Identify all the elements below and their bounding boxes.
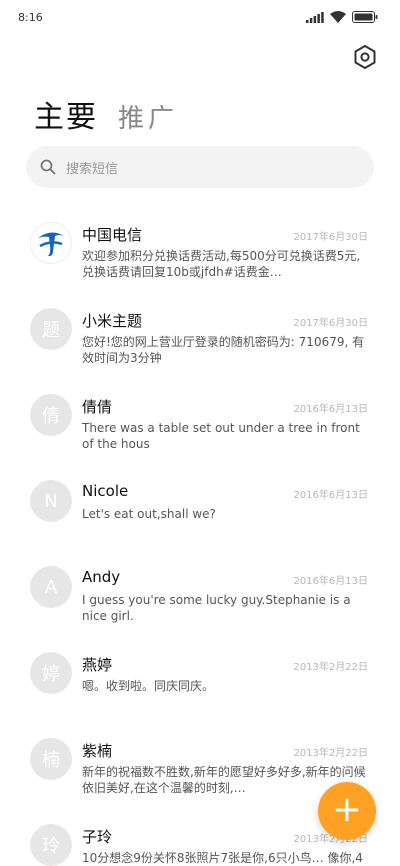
sender-name: 小米主题 xyxy=(82,312,143,330)
avatar: 玲 xyxy=(30,824,72,866)
message-date: 2016年6月13日 xyxy=(293,576,368,587)
search-icon xyxy=(40,159,56,175)
search-bar[interactable]: 搜索短信 xyxy=(26,146,374,188)
tab-promo[interactable]: 推广 xyxy=(118,98,178,135)
status-time: 8:16 xyxy=(18,11,43,24)
message-list: 中国电信 2017年6月30日 欢迎参加积分兑换话费活动,每500分可兑换话费5… xyxy=(0,216,400,866)
message-row[interactable]: 题 小米主题 2017年6月30日 您好!您的网上营业厅登录的随机密码为: 71… xyxy=(0,302,400,388)
sender-name: Andy xyxy=(82,568,121,586)
sender-name: Nicole xyxy=(82,482,129,500)
message-date: 2013年2月22日 xyxy=(293,748,368,759)
message-preview: 您好!您的网上营业厅登录的随机密码为: 710679, 有效时间为3分钟 xyxy=(82,335,365,365)
new-message-button[interactable]: + xyxy=(318,782,376,840)
plus-icon: + xyxy=(331,788,363,830)
settings-button[interactable] xyxy=(352,44,378,70)
message-row[interactable]: 倩 倩倩 2016年6月13日 There was a table set ou… xyxy=(0,388,400,474)
message-row[interactable]: 婷 燕婷 2013年2月22日 嗯。收到啦。同庆同庆。 xyxy=(0,646,400,732)
avatar: 楠 xyxy=(30,738,72,780)
message-preview: 嗯。收到啦。同庆同庆。 xyxy=(82,679,215,693)
message-date: 2016年6月13日 xyxy=(293,404,368,415)
message-row[interactable]: 中国电信 2017年6月30日 欢迎参加积分兑换话费活动,每500分可兑换话费5… xyxy=(0,216,400,302)
sender-name: 燕婷 xyxy=(82,656,113,674)
message-preview: 10分想念9份关怀8张照片7张是你,6只小鸟… 像你,4根骨头3根归你,2下着地… xyxy=(82,851,363,865)
message-row[interactable]: N Nicole 2016年6月13日 Let's eat out,shall … xyxy=(0,474,400,560)
wifi-icon xyxy=(330,11,346,23)
tab-main[interactable]: 主要 xyxy=(34,92,98,136)
tab-bar: 主要 推广 xyxy=(34,92,178,136)
avatar: 题 xyxy=(30,308,72,350)
sender-name: 中国电信 xyxy=(82,226,143,244)
message-date: 2017年6月30日 xyxy=(293,318,368,329)
search-placeholder: 搜索短信 xyxy=(66,161,119,177)
status-bar: 8:16 xyxy=(0,0,400,36)
sender-name: 紫楠 xyxy=(82,742,113,760)
avatar: A xyxy=(30,566,72,608)
message-preview: There was a table set out under a tree i… xyxy=(82,421,360,451)
avatar: 婷 xyxy=(30,652,72,694)
signal-icon xyxy=(306,11,324,23)
battery-icon xyxy=(352,11,378,23)
status-icons xyxy=(306,11,378,23)
china-telecom-logo-icon xyxy=(38,232,64,257)
message-row[interactable]: A Andy 2016年6月13日 I guess you're some lu… xyxy=(0,560,400,646)
message-preview: I guess you're some lucky guy.Stephanie … xyxy=(82,593,351,623)
message-date: 2013年2月22日 xyxy=(293,662,368,673)
gear-icon xyxy=(354,45,376,69)
message-date: 2017年6月30日 xyxy=(293,232,368,243)
avatar: N xyxy=(30,480,72,522)
sender-name: 倩倩 xyxy=(82,398,113,416)
avatar xyxy=(30,222,72,264)
message-preview: 欢迎参加积分兑换话费活动,每500分可兑换话费5元,兑换话费请回复10b或jfd… xyxy=(82,249,361,279)
sender-name: 子玲 xyxy=(82,828,113,846)
message-preview: Let's eat out,shall we? xyxy=(82,507,216,521)
message-date: 2016年6月13日 xyxy=(293,490,368,501)
avatar: 倩 xyxy=(30,394,72,436)
